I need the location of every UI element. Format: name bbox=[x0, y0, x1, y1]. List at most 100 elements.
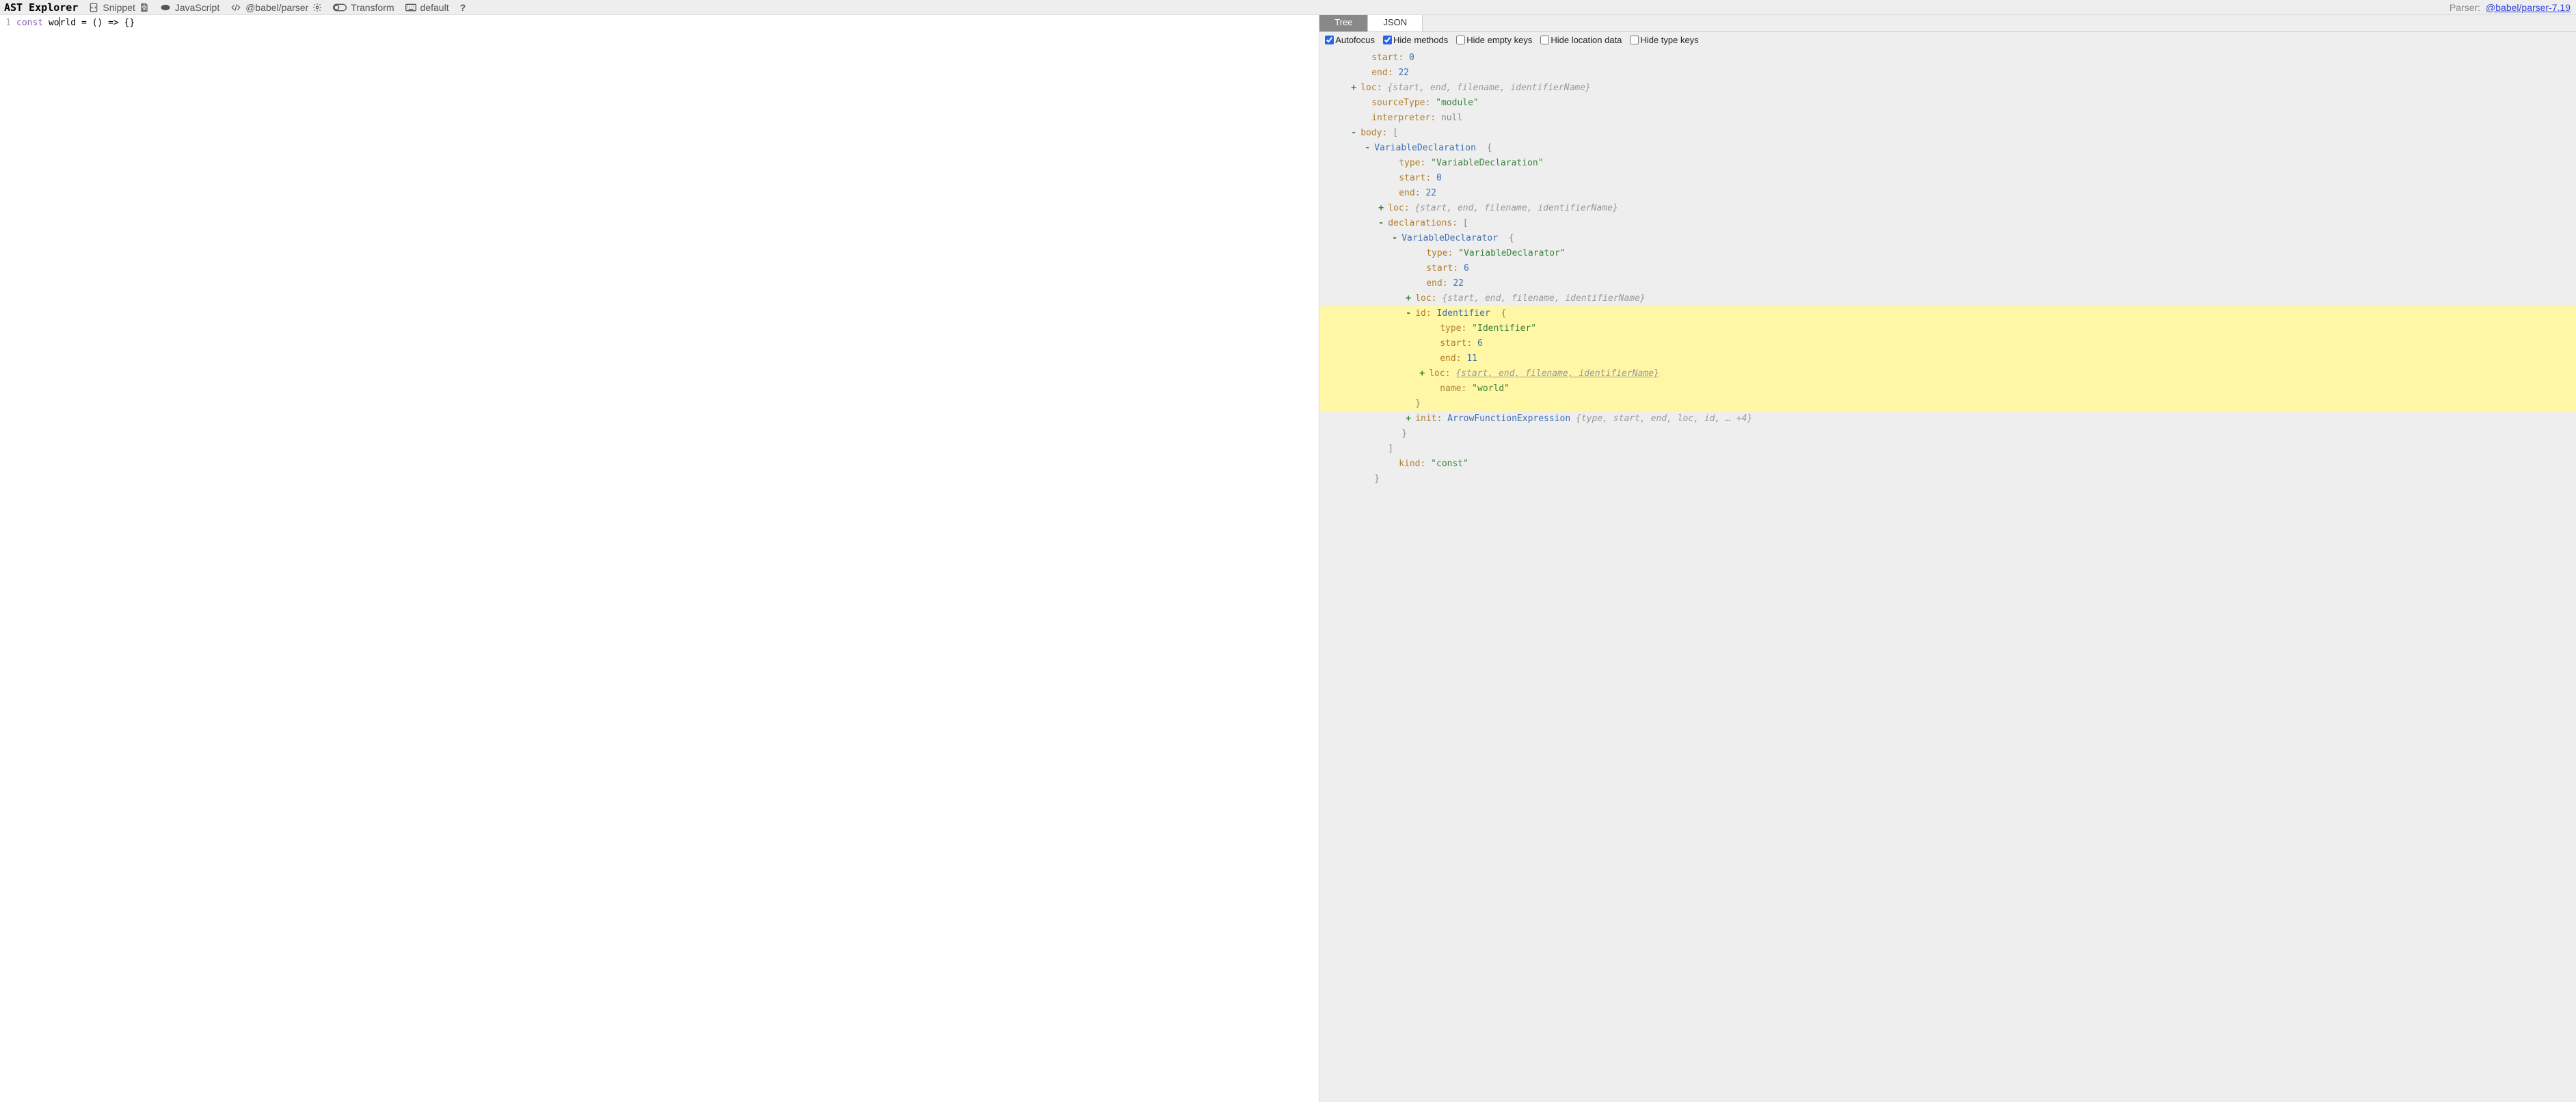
ast-tree[interactable]: start: 0 end: 22 loc: {start, end, filen… bbox=[1319, 48, 2576, 1102]
hide-location-checkbox[interactable] bbox=[1540, 36, 1549, 44]
ph: {start, end, filename, identifierName} bbox=[1442, 293, 1645, 304]
parser-name: @babel/parser bbox=[245, 2, 308, 13]
node-vr-type[interactable]: type: "VariableDeclarator" bbox=[1319, 246, 2576, 261]
line-gutter: 1 bbox=[0, 15, 14, 1102]
k: loc bbox=[1415, 293, 1431, 304]
k: type bbox=[1440, 323, 1461, 334]
k: start bbox=[1371, 53, 1398, 63]
node-body[interactable]: body: [ bbox=[1319, 126, 2576, 141]
opt-hide-type[interactable]: Hide type keys bbox=[1630, 35, 1698, 45]
arrow: => bbox=[108, 18, 119, 28]
k: end bbox=[1426, 278, 1442, 288]
typeref[interactable]: VariableDeclarator bbox=[1401, 233, 1498, 243]
node-vd-start[interactable]: start: 0 bbox=[1319, 171, 2576, 186]
node-kind[interactable]: kind: "const" bbox=[1319, 457, 2576, 472]
opt-hide-location[interactable]: Hide location data bbox=[1540, 35, 1622, 45]
v: 0 bbox=[1409, 53, 1414, 63]
hide-type-label: Hide type keys bbox=[1640, 35, 1698, 45]
parser-menu[interactable]: @babel/parser bbox=[226, 0, 326, 14]
brace: } bbox=[1401, 429, 1407, 439]
keymap-label: default bbox=[420, 2, 449, 13]
node-vr-end[interactable]: end: 22 bbox=[1319, 276, 2576, 291]
node-id[interactable]: id: Identifier { bbox=[1319, 306, 2576, 321]
k: interpreter bbox=[1371, 113, 1430, 123]
k: name bbox=[1440, 384, 1461, 394]
keymap-menu[interactable]: default bbox=[401, 0, 453, 14]
node-vr-start[interactable]: start: 6 bbox=[1319, 261, 2576, 276]
k: sourceType bbox=[1371, 98, 1425, 108]
hide-location-label: Hide location data bbox=[1551, 35, 1622, 45]
node-start[interactable]: start: 0 bbox=[1319, 51, 2576, 66]
k: id bbox=[1415, 308, 1426, 319]
node-id-end[interactable]: end: 11 bbox=[1319, 351, 2576, 366]
output-tabs: Tree JSON bbox=[1319, 15, 2576, 32]
node-sourcetype[interactable]: sourceType: "module" bbox=[1319, 96, 2576, 111]
hide-empty-checkbox[interactable] bbox=[1456, 36, 1465, 44]
k: declarations bbox=[1388, 218, 1452, 228]
typeref[interactable]: VariableDeclaration bbox=[1374, 143, 1476, 153]
node-id-type[interactable]: type: "Identifier" bbox=[1319, 321, 2576, 336]
hide-methods-checkbox[interactable] bbox=[1383, 36, 1392, 44]
typeref[interactable]: Identifier bbox=[1437, 308, 1490, 319]
language-menu[interactable]: JavaScript bbox=[156, 0, 224, 14]
k: body bbox=[1360, 128, 1382, 138]
toolbar: AST Explorer Snippet JavaScript @babel/p… bbox=[0, 0, 2576, 15]
opt-hide-empty[interactable]: Hide empty keys bbox=[1456, 35, 1532, 45]
collapse-icon[interactable] bbox=[1350, 126, 1358, 141]
brace: ] bbox=[1388, 444, 1393, 454]
v: "VariableDeclaration" bbox=[1431, 158, 1543, 168]
node-decls-close: ] bbox=[1319, 442, 2576, 457]
expand-icon[interactable] bbox=[1377, 201, 1385, 216]
k: init bbox=[1415, 414, 1436, 424]
js-icon bbox=[160, 3, 171, 12]
code-editor[interactable]: 1 const world = () => {} bbox=[0, 15, 1319, 1102]
node-vd-type[interactable]: type: "VariableDeclaration" bbox=[1319, 156, 2576, 171]
node-vd-end[interactable]: end: 22 bbox=[1319, 186, 2576, 201]
tab-tree[interactable]: Tree bbox=[1319, 15, 1368, 31]
opt-autofocus[interactable]: Autofocus bbox=[1325, 35, 1375, 45]
equals: = bbox=[81, 18, 87, 28]
code-content[interactable]: const world = () => {} bbox=[14, 15, 1319, 1102]
opt-hide-methods[interactable]: Hide methods bbox=[1383, 35, 1448, 45]
language-label: JavaScript bbox=[175, 2, 219, 13]
node-id-name[interactable]: name: "world" bbox=[1319, 381, 2576, 397]
expand-icon[interactable] bbox=[1404, 412, 1412, 427]
expand-icon[interactable] bbox=[1418, 366, 1426, 381]
expand-icon[interactable] bbox=[1404, 291, 1412, 306]
node-vd-close: } bbox=[1319, 472, 2576, 487]
node-vr-loc[interactable]: loc: {start, end, filename, identifierNa… bbox=[1319, 291, 2576, 306]
v: "world" bbox=[1472, 384, 1510, 394]
parser-version-link[interactable]: @babel/parser-7.19 bbox=[2486, 2, 2571, 13]
help-button[interactable]: ? bbox=[456, 0, 470, 14]
expand-icon[interactable] bbox=[1350, 81, 1358, 96]
k: end bbox=[1440, 353, 1455, 364]
toggle-icon bbox=[333, 3, 347, 12]
node-variabledeclaration[interactable]: VariableDeclaration { bbox=[1319, 141, 2576, 156]
k: start bbox=[1399, 173, 1425, 183]
node-vd-loc[interactable]: loc: {start, end, filename, identifierNa… bbox=[1319, 201, 2576, 216]
collapse-icon[interactable] bbox=[1377, 216, 1385, 231]
node-end[interactable]: end: 22 bbox=[1319, 66, 2576, 81]
node-id-start[interactable]: start: 6 bbox=[1319, 336, 2576, 351]
v: 22 bbox=[1453, 278, 1464, 288]
tab-json[interactable]: JSON bbox=[1368, 15, 1423, 31]
node-loc[interactable]: loc: {start, end, filename, identifierNa… bbox=[1319, 81, 2576, 96]
transform-menu[interactable]: Transform bbox=[329, 0, 398, 14]
brace: } bbox=[1374, 474, 1380, 484]
keyboard-icon bbox=[405, 3, 416, 12]
node-init[interactable]: init: ArrowFunctionExpression {type, sta… bbox=[1319, 412, 2576, 427]
node-declarations[interactable]: declarations: [ bbox=[1319, 216, 2576, 231]
code-file-icon bbox=[89, 3, 98, 12]
typeref[interactable]: ArrowFunctionExpression bbox=[1447, 414, 1570, 424]
collapse-icon[interactable] bbox=[1404, 306, 1412, 321]
collapse-icon[interactable] bbox=[1391, 231, 1399, 246]
ph: {start, end, filename, identifierName} bbox=[1414, 203, 1618, 213]
collapse-icon[interactable] bbox=[1363, 141, 1371, 156]
node-variabledeclarator[interactable]: VariableDeclarator { bbox=[1319, 231, 2576, 246]
hide-type-checkbox[interactable] bbox=[1630, 36, 1639, 44]
snippet-menu[interactable]: Snippet bbox=[85, 0, 152, 14]
autofocus-checkbox[interactable] bbox=[1325, 36, 1334, 44]
node-interpreter[interactable]: interpreter: null bbox=[1319, 111, 2576, 126]
ph: {start, end, filename, identifierName} bbox=[1387, 83, 1590, 93]
node-id-loc[interactable]: loc: {start, end, filename, identifierNa… bbox=[1319, 366, 2576, 381]
